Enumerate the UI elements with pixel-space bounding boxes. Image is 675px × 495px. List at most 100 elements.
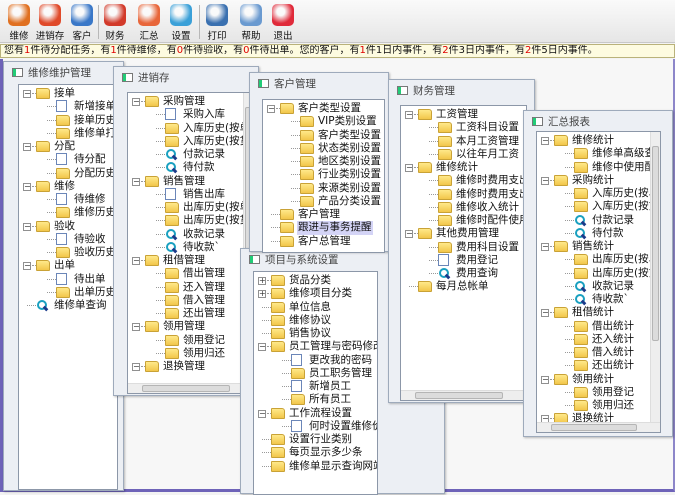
- tree-item[interactable]: − 领用统计: [537, 373, 660, 386]
- tree-item[interactable]: − 其他费用管理: [401, 227, 526, 240]
- tree-item[interactable]: − 验收: [19, 220, 117, 233]
- tree-item[interactable]: 维修收入统计: [401, 201, 526, 214]
- collapse-icon[interactable]: −: [132, 363, 140, 371]
- window-w1[interactable]: 维修维护管理 − 接单新增接单登记接单历史维修单打印设 − 分配待分配分配历史 − 维修待维…: [3, 61, 124, 491]
- tree-item[interactable]: 待出单: [19, 272, 117, 286]
- tree-item[interactable]: − 分配: [19, 140, 117, 153]
- tree-item[interactable]: 维修时费用支出统计: [401, 188, 526, 201]
- tree-item[interactable]: 维修单高级查询: [537, 147, 660, 160]
- toolbar-button-settings[interactable]: 设置: [165, 3, 197, 42]
- tree-item[interactable]: 维修协议: [254, 314, 377, 327]
- tree-item[interactable]: 付款记录: [537, 214, 660, 227]
- expand-icon[interactable]: +: [258, 290, 266, 299]
- expand-icon[interactable]: +: [258, 277, 266, 285]
- scrollbar-thumb[interactable]: [142, 385, 230, 392]
- tree-view[interactable]: − 工资管理工资科目设置本月工资管理以往年月工资 − 维修统计维修时费用支出科目维修时…: [400, 105, 527, 401]
- tree-item[interactable]: 出单历史: [19, 286, 117, 299]
- tree-item[interactable]: − 维修统计: [537, 134, 660, 147]
- tree-item[interactable]: 待验收: [19, 232, 117, 246]
- tree-item[interactable]: − 租借统计: [537, 306, 660, 319]
- tree-item[interactable]: 入库历史(按单据: [128, 122, 253, 135]
- tree-item[interactable]: 还入管理: [128, 281, 253, 294]
- tree-item[interactable]: 产品分类设置: [263, 195, 384, 208]
- tree-item[interactable]: VIP类别设置: [263, 115, 384, 128]
- tree-item[interactable]: 入库历史(按货品: [537, 200, 660, 213]
- tree-item[interactable]: 何时设置维修价格: [254, 419, 377, 433]
- tree-item[interactable]: − 销售统计: [537, 240, 660, 253]
- collapse-icon[interactable]: −: [23, 143, 31, 151]
- horizontal-scrollbar[interactable]: [401, 390, 526, 400]
- tree-item[interactable]: 待付款: [128, 161, 253, 174]
- tree-item[interactable]: 销售出库: [128, 187, 253, 201]
- tree-item[interactable]: 借入管理: [128, 294, 253, 307]
- collapse-icon[interactable]: −: [267, 105, 275, 113]
- tree-item[interactable]: 员工职务管理: [254, 367, 377, 380]
- tree-item[interactable]: 新增接单登记: [19, 100, 117, 113]
- tree-item[interactable]: 付款记录: [128, 148, 253, 161]
- collapse-icon[interactable]: −: [405, 164, 413, 172]
- tree-item[interactable]: 入库历史(按单据: [537, 187, 660, 200]
- tree-item[interactable]: 每月总帐单: [401, 280, 526, 293]
- tree-item[interactable]: 更改我的密码: [254, 353, 377, 367]
- tree-item[interactable]: 分配历史: [19, 167, 117, 180]
- collapse-icon[interactable]: −: [23, 90, 31, 98]
- window-title-bar[interactable]: 维修维护管理: [12, 66, 91, 80]
- tree-item[interactable]: 地区类别设置: [263, 155, 384, 168]
- collapse-icon[interactable]: −: [405, 230, 413, 239]
- tree-item[interactable]: 维修中使用配件: [537, 161, 660, 174]
- tree-view[interactable]: − 客户类型设置 VIP类别设置 客户类型设置 状态类别设置 地区类别设置 行业类别设置 来源…: [262, 99, 385, 253]
- tree-item[interactable]: 费用科目设置: [401, 241, 526, 254]
- tree-item[interactable]: 跟进与事务提醒: [263, 221, 384, 235]
- tree-item[interactable]: − 员工管理与密码修改: [254, 340, 377, 353]
- toolbar-button-inventory[interactable]: 进销存: [34, 3, 66, 42]
- tree-item[interactable]: 所有员工: [254, 393, 377, 406]
- collapse-icon[interactable]: −: [23, 262, 31, 271]
- collapse-icon[interactable]: −: [132, 323, 140, 332]
- tree-item[interactable]: − 销售管理: [128, 175, 253, 188]
- window-title-bar[interactable]: 进销存: [122, 71, 170, 85]
- collapse-icon[interactable]: −: [541, 243, 549, 251]
- tree-item[interactable]: 出库历史(按单据: [128, 201, 253, 214]
- collapse-icon[interactable]: −: [541, 309, 549, 318]
- tree-item[interactable]: + 维修项目分类: [254, 287, 377, 300]
- tree-item[interactable]: 待维修: [19, 193, 117, 206]
- tree-item[interactable]: − 客户类型设置: [263, 102, 384, 115]
- tree-item[interactable]: 采购入库: [128, 108, 253, 121]
- tree-item[interactable]: 还出统计: [537, 359, 660, 372]
- tree-item[interactable]: − 工资管理: [401, 108, 526, 121]
- tree-item[interactable]: 维修单查询: [19, 299, 117, 312]
- tree-view[interactable]: + 货品分类 + 维修项目分类 单位信息 维修协议 销售协议 − 员工管理与密码修改 更改我的密码…: [253, 271, 378, 495]
- tree-item[interactable]: 维修历史: [19, 206, 117, 219]
- window-title-bar[interactable]: 汇总报表: [532, 115, 590, 129]
- tree-item[interactable]: 客户管理: [263, 208, 384, 221]
- tree-item[interactable]: − 领用管理: [128, 320, 253, 333]
- tree-item[interactable]: + 货品分类: [254, 274, 377, 287]
- tree-item[interactable]: 领用登记: [128, 334, 253, 347]
- tree-item[interactable]: 每页显示多少条: [254, 446, 377, 459]
- collapse-icon[interactable]: −: [258, 409, 266, 418]
- tree-item[interactable]: 维修时费用支出科目: [401, 174, 526, 187]
- collapse-icon[interactable]: −: [541, 375, 549, 384]
- tree-item[interactable]: − 退换管理: [128, 360, 253, 373]
- horizontal-scrollbar[interactable]: [128, 383, 253, 393]
- window-title-bar[interactable]: 客户管理: [258, 77, 316, 91]
- tree-item[interactable]: 维修单打印设: [19, 127, 117, 140]
- collapse-icon[interactable]: −: [258, 343, 266, 352]
- tree-item[interactable]: 本月工资管理: [401, 135, 526, 148]
- tree-item[interactable]: − 工作流程设置: [254, 407, 377, 420]
- tree-item[interactable]: 费用查询: [401, 267, 526, 280]
- window-w4[interactable]: 财务管理 − 工资管理工资科目设置本月工资管理以往年月工资 − 维修统计维修时费用支出科…: [388, 79, 535, 403]
- tree-item[interactable]: 领用归还: [537, 399, 660, 412]
- toolbar-button-power[interactable]: 退出: [267, 3, 299, 42]
- scrollbar-thumb[interactable]: [551, 424, 638, 431]
- tree-item[interactable]: 工资科目设置: [401, 121, 526, 134]
- collapse-icon[interactable]: −: [405, 111, 413, 119]
- tree-item[interactable]: − 出单: [19, 259, 117, 272]
- tree-item[interactable]: − 维修统计: [401, 161, 526, 174]
- collapse-icon[interactable]: −: [23, 222, 31, 231]
- horizontal-scrollbar[interactable]: [537, 422, 660, 432]
- tree-item[interactable]: 出库历史(按单据: [537, 253, 660, 266]
- tree-item[interactable]: 借出管理: [128, 267, 253, 280]
- tree-view[interactable]: − 采购管理 采购入库 入库历史(按单据 入库历史(按货品 付款记录 待付款 − 销售管理 销售出…: [127, 92, 254, 394]
- tree-item[interactable]: − 接单: [19, 87, 117, 100]
